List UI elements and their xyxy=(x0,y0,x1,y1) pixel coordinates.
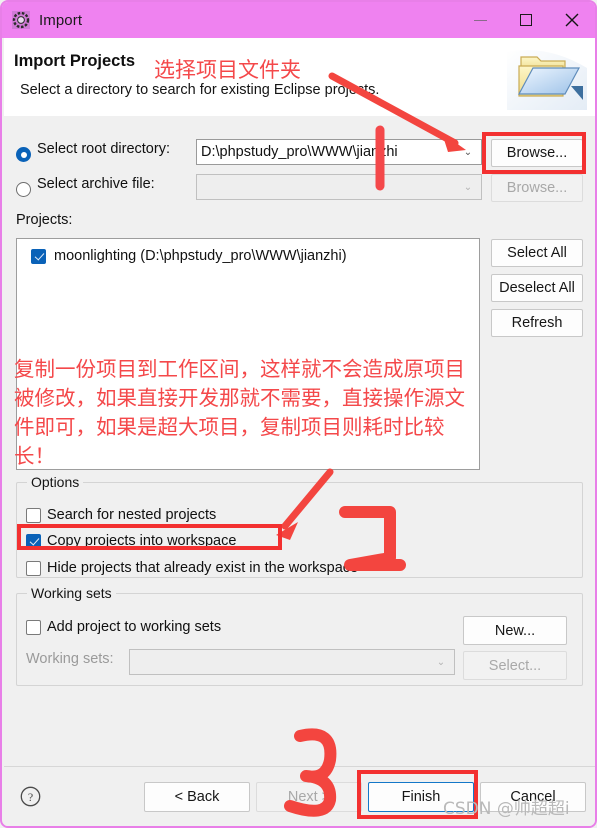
window-controls xyxy=(457,2,595,38)
checkbox-hide-existing-projects[interactable]: Hide projects that already exist in the … xyxy=(26,560,358,576)
window-title: Import xyxy=(39,11,83,29)
radio-select-archive-file[interactable] xyxy=(16,182,31,197)
working-sets-group-title: Working sets xyxy=(27,585,116,601)
new-working-set-button[interactable]: New... xyxy=(463,616,567,645)
options-group-title: Options xyxy=(27,474,84,490)
title-bar: Import xyxy=(2,2,595,38)
next-button: Next > xyxy=(256,782,362,812)
maximize-button[interactable] xyxy=(503,2,549,38)
add-working-set-label: Add project to working sets xyxy=(47,619,222,635)
checkbox-add-project-to-working-sets[interactable]: Add project to working sets xyxy=(26,619,221,635)
label-select-root-directory: Select root directory: xyxy=(37,141,170,157)
close-button[interactable] xyxy=(549,2,595,38)
root-directory-combo[interactable]: D:\phpstudy_pro\WWW\jianzhi ⌄ xyxy=(196,139,482,165)
help-icon[interactable]: ? xyxy=(20,786,41,807)
add-working-set-checkbox[interactable] xyxy=(26,619,41,635)
hide-existing-checkbox[interactable] xyxy=(26,560,41,576)
working-sets-combo: ⌄ xyxy=(129,649,455,675)
label-projects: Projects: xyxy=(16,212,73,228)
svg-text:?: ? xyxy=(28,790,33,804)
copy-projects-label: Copy projects into workspace xyxy=(47,533,237,549)
screenshot-root: Import Import Projects Select a director… xyxy=(0,0,597,828)
chevron-down-icon-archive: ⌄ xyxy=(463,181,473,193)
label-select-archive-file: Select archive file: xyxy=(37,176,155,192)
archive-file-combo: ⌄ xyxy=(196,174,482,200)
root-directory-value: D:\phpstudy_pro\WWW\jianzhi xyxy=(201,144,398,160)
browse-archive-button: Browse... xyxy=(491,174,583,202)
list-item[interactable]: moonlighting (D:\phpstudy_pro\WWW\jianzh… xyxy=(31,245,479,267)
project-name: moonlighting (D:\phpstudy_pro\WWW\jianzh… xyxy=(54,248,347,264)
page-subtitle: Select a directory to search for existin… xyxy=(20,82,380,98)
hide-existing-label: Hide projects that already exist in the … xyxy=(47,560,359,576)
browse-root-button[interactable]: Browse... xyxy=(491,139,583,167)
search-nested-label: Search for nested projects xyxy=(47,507,217,523)
search-nested-checkbox[interactable] xyxy=(26,507,41,523)
select-all-button[interactable]: Select All xyxy=(491,239,583,267)
deselect-all-button[interactable]: Deselect All xyxy=(491,274,583,302)
copy-projects-checkbox[interactable] xyxy=(26,533,41,549)
finish-button[interactable]: Finish xyxy=(368,782,474,812)
label-working-sets: Working sets: xyxy=(26,651,114,667)
wizard-body: Select root directory: D:\phpstudy_pro\W… xyxy=(4,116,595,766)
checkbox-search-nested-projects[interactable]: Search for nested projects xyxy=(26,507,216,523)
minimize-button[interactable] xyxy=(457,2,503,38)
radio-select-root-directory[interactable] xyxy=(16,147,31,162)
import-dialog-window: Import Import Projects Select a director… xyxy=(0,0,597,828)
page-title: Import Projects xyxy=(14,52,136,70)
eclipse-import-icon xyxy=(12,11,30,29)
wizard-header: Import Projects Select a directory to se… xyxy=(4,38,595,116)
projects-listbox[interactable]: moonlighting (D:\phpstudy_pro\WWW\jianzh… xyxy=(16,238,480,470)
chevron-down-icon-working-sets: ⌄ xyxy=(436,656,446,668)
import-folder-icon xyxy=(507,42,587,110)
project-checkbox[interactable] xyxy=(31,248,46,264)
checkbox-copy-projects-into-workspace[interactable]: Copy projects into workspace xyxy=(26,533,236,549)
cancel-button[interactable]: Cancel xyxy=(480,782,586,812)
chevron-down-icon[interactable]: ⌄ xyxy=(455,147,481,158)
back-button[interactable]: < Back xyxy=(144,782,250,812)
refresh-button[interactable]: Refresh xyxy=(491,309,583,337)
select-working-set-button: Select... xyxy=(463,651,567,680)
